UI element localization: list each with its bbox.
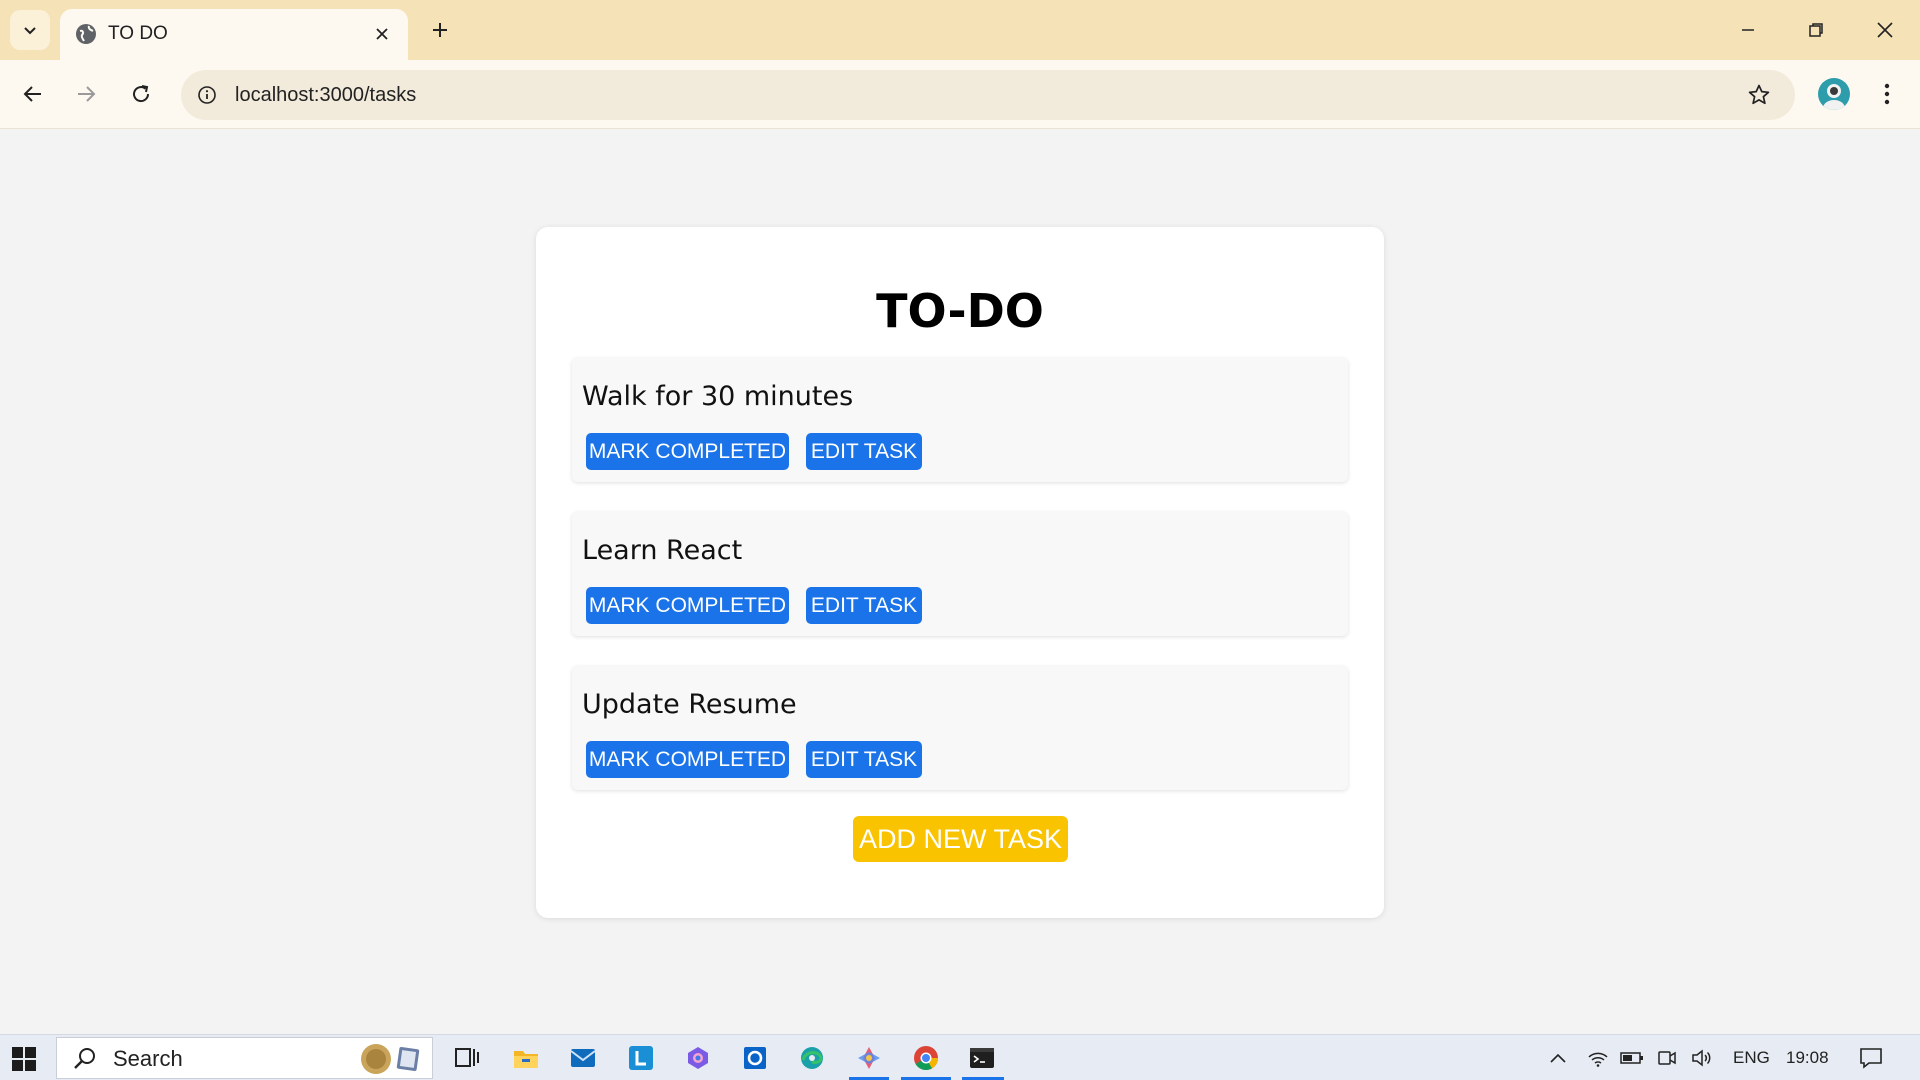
- tab-close-button[interactable]: [370, 22, 394, 46]
- tab-title: TO DO: [108, 23, 168, 44]
- camera-status-button[interactable]: [1652, 1043, 1682, 1073]
- copilot-icon: [688, 1047, 708, 1069]
- edge-icon: [801, 1047, 823, 1069]
- language-indicator[interactable]: ENG: [1733, 1048, 1770, 1068]
- clock[interactable]: 19:08: [1786, 1048, 1829, 1068]
- add-new-task-button[interactable]: ADD NEW TASK: [853, 816, 1068, 862]
- edge-button[interactable]: [797, 1043, 827, 1073]
- search-highlight-icon: [361, 1044, 420, 1074]
- file-explorer-icon: [514, 1051, 538, 1068]
- restore-icon: [1809, 23, 1823, 37]
- page-viewport: TO-DO Walk for 30 minutes MARK COMPLETED…: [0, 130, 1920, 1034]
- close-window-button[interactable]: [1862, 10, 1908, 50]
- file-explorer-button[interactable]: [511, 1043, 541, 1073]
- task-title: Learn React: [582, 535, 743, 566]
- speaker-icon: [1692, 1049, 1711, 1067]
- arrow-left-icon: [23, 86, 41, 102]
- task-view-icon: [455, 1048, 479, 1067]
- edit-task-button[interactable]: EDIT TASK: [806, 587, 922, 624]
- windows-start-icon[interactable]: [12, 1047, 36, 1071]
- chrome-button[interactable]: [911, 1043, 941, 1073]
- mark-completed-button[interactable]: MARK COMPLETED: [586, 433, 789, 470]
- chevron-down-icon: [24, 27, 36, 35]
- terminal-button[interactable]: [967, 1043, 997, 1073]
- l-app-icon: [629, 1046, 653, 1070]
- bookmark-button[interactable]: [1745, 81, 1773, 109]
- reload-icon: [133, 85, 150, 103]
- site-info-button[interactable]: [193, 81, 221, 109]
- volume-button[interactable]: [1687, 1043, 1717, 1073]
- browser-tab-bar: TO DO: [0, 0, 1920, 60]
- chevron-up-icon: [1550, 1053, 1566, 1063]
- close-icon: [1877, 22, 1893, 38]
- info-icon: [198, 86, 216, 104]
- arrow-right-icon: [78, 86, 96, 102]
- show-hidden-icons-button[interactable]: [1543, 1043, 1573, 1073]
- notification-icon: [1860, 1048, 1882, 1069]
- restore-button[interactable]: [1793, 10, 1839, 50]
- page-title: TO-DO: [876, 284, 1044, 338]
- browser-menu-button[interactable]: [1872, 78, 1902, 110]
- plus-icon: [433, 23, 447, 37]
- taskbar-search-box[interactable]: Search: [56, 1037, 433, 1079]
- more-vertical-icon: [1884, 83, 1890, 105]
- globe-icon: [76, 24, 96, 44]
- star-icon: [1748, 84, 1770, 105]
- back-button[interactable]: [15, 76, 51, 112]
- network-button[interactable]: [1583, 1043, 1613, 1073]
- camera-icon: [1658, 1051, 1676, 1065]
- browser-tab[interactable]: TO DO: [60, 9, 408, 60]
- battery-icon: [1620, 1052, 1643, 1064]
- mark-completed-button[interactable]: MARK COMPLETED: [586, 741, 789, 778]
- mail-button[interactable]: [568, 1043, 598, 1073]
- task-title: Walk for 30 minutes: [582, 381, 854, 412]
- mark-completed-button[interactable]: MARK COMPLETED: [586, 587, 789, 624]
- forward-button[interactable]: [68, 76, 104, 112]
- task-item: Walk for 30 minutes MARK COMPLETED EDIT …: [572, 358, 1348, 482]
- l-app-button[interactable]: [626, 1043, 656, 1073]
- edit-task-button[interactable]: EDIT TASK: [806, 741, 922, 778]
- chrome-icon: [914, 1046, 938, 1071]
- todo-card: TO-DO Walk for 30 minutes MARK COMPLETED…: [536, 227, 1384, 918]
- task-title: Update Resume: [582, 689, 797, 720]
- task-item: Learn React MARK COMPLETED EDIT TASK: [572, 512, 1348, 636]
- address-bar[interactable]: localhost:3000/tasks: [181, 70, 1795, 120]
- minimize-icon: [1742, 29, 1754, 31]
- notifications-button[interactable]: [1856, 1043, 1886, 1073]
- avatar-icon: [1823, 84, 1845, 110]
- profile-avatar[interactable]: [1818, 78, 1850, 110]
- address-url[interactable]: localhost:3000/tasks: [235, 82, 416, 108]
- gemini-icon: [858, 1047, 880, 1069]
- task-item: Update Resume MARK COMPLETED EDIT TASK: [572, 666, 1348, 790]
- wifi-icon: [1588, 1052, 1608, 1067]
- new-tab-button[interactable]: [424, 14, 456, 46]
- search-icon: [74, 1048, 95, 1069]
- close-icon: [376, 28, 388, 40]
- taskbar: Search ENG 19:08: [0, 1034, 1920, 1080]
- browser-toolbar: localhost:3000/tasks: [0, 60, 1920, 129]
- tab-search-button[interactable]: [10, 10, 50, 50]
- battery-button[interactable]: [1617, 1043, 1647, 1073]
- copilot-button[interactable]: [683, 1043, 713, 1073]
- minimize-button[interactable]: [1725, 10, 1771, 50]
- mail-icon: [570, 1049, 596, 1067]
- task-view-button[interactable]: [452, 1043, 482, 1073]
- terminal-icon: [970, 1048, 994, 1068]
- reload-button[interactable]: [123, 76, 159, 112]
- outlook-button[interactable]: [740, 1043, 770, 1073]
- gemini-button[interactable]: [854, 1043, 884, 1073]
- outlook-icon: [744, 1047, 766, 1069]
- edit-task-button[interactable]: EDIT TASK: [806, 433, 922, 470]
- search-placeholder: Search: [113, 1046, 183, 1071]
